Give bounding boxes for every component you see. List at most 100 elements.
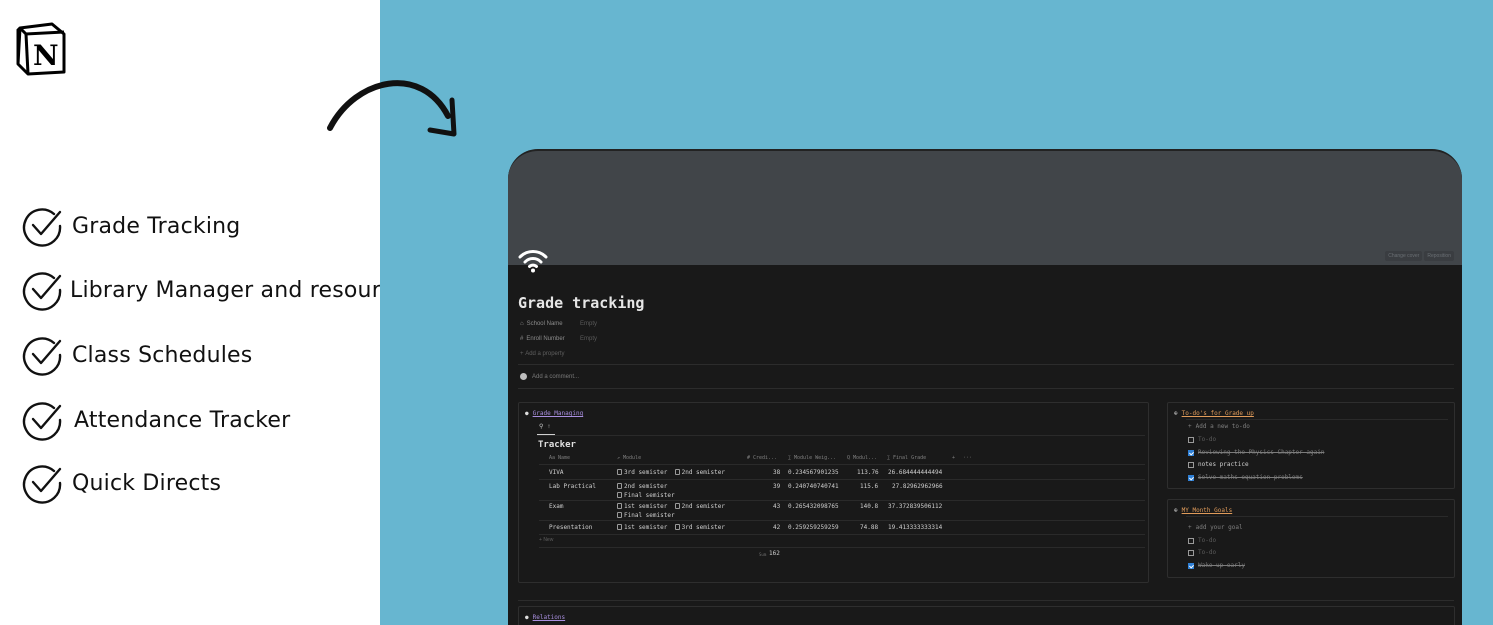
add-comment[interactable]: Add a comment...	[520, 373, 579, 380]
avatar	[520, 373, 527, 380]
row-name[interactable]: VIVA	[549, 469, 563, 476]
todo-box-link[interactable]: To-do's for Grade up	[1182, 410, 1254, 417]
goal-text[interactable]: To-do	[1198, 537, 1216, 544]
grade-managing-box: ● Grade Managing ⚲ ↑ Tracker Aa Name ↗ M…	[518, 402, 1149, 583]
column-header[interactable]: Aa Name	[549, 455, 570, 461]
modul-value: 115.6	[860, 483, 879, 490]
checkbox[interactable]	[1188, 474, 1194, 481]
add-column-button[interactable]: +	[952, 455, 955, 461]
grade-managing-link[interactable]: Grade Managing	[533, 410, 584, 417]
curved-arrow-icon	[327, 80, 457, 137]
column-header[interactable]: # Credi...	[747, 455, 777, 461]
goal-text[interactable]: To-do	[1198, 549, 1216, 556]
relations-link[interactable]: Relations	[533, 614, 566, 621]
check-circle-icon	[22, 465, 62, 504]
database-title[interactable]: Tracker	[538, 440, 576, 450]
checkbox[interactable]	[1188, 549, 1194, 556]
final-grade-value: 37.372839506112	[888, 503, 943, 510]
building-icon: ⌂	[520, 321, 524, 327]
check-circle-icon	[22, 402, 62, 441]
credits-value[interactable]: 43	[773, 503, 780, 510]
module-link[interactable]: 3rd semister	[624, 469, 667, 476]
goal-item[interactable]: To-do	[1188, 549, 1216, 556]
goals-box-title[interactable]: ⊕ MY Month Goals	[1174, 507, 1232, 514]
module-link[interactable]: Final semister	[624, 492, 675, 499]
module-link[interactable]: 2nd semister	[682, 469, 725, 476]
property-row[interactable]: # Enroll Number Empty	[520, 336, 597, 342]
modul-value: 140.8	[860, 503, 879, 510]
todo-item[interactable]: notes practice	[1188, 461, 1249, 468]
goals-box-link[interactable]: MY Month Goals	[1182, 507, 1233, 514]
module-link[interactable]: 1st semister	[624, 503, 667, 510]
module-link[interactable]: 2nd semister	[682, 503, 725, 510]
add-property-label: Add a property	[525, 351, 565, 357]
column-header[interactable]: ∑ Final Grade	[887, 455, 926, 461]
change-cover-button[interactable]: Change cover	[1385, 251, 1423, 261]
todo-item[interactable]: Solve maths equation problems	[1188, 474, 1303, 481]
todo-text[interactable]: Reviewing the Physics Chapter again	[1198, 449, 1324, 456]
feature-label: Class Schedules	[72, 342, 253, 368]
checkbox[interactable]	[1188, 436, 1194, 443]
column-header[interactable]: ↗ Module	[617, 455, 641, 461]
checkbox[interactable]	[1188, 461, 1194, 468]
credits-value[interactable]: 38	[773, 469, 780, 476]
checkbox[interactable]	[1188, 537, 1194, 544]
todo-text[interactable]: Solve maths equation problems	[1198, 474, 1303, 481]
column-header[interactable]: ∑ Module Weig...	[788, 455, 836, 461]
relations-title[interactable]: ● Relations	[525, 614, 565, 621]
new-row-label: New	[543, 537, 554, 543]
grade-managing-title[interactable]: ● Grade Managing	[525, 410, 583, 417]
property-value[interactable]: Empty	[580, 321, 597, 327]
todo-item[interactable]: To-do	[1188, 436, 1216, 443]
tab-divider	[537, 435, 1145, 436]
credits-value[interactable]: 42	[773, 524, 780, 531]
check-circle-icon	[22, 208, 62, 247]
final-grade-value: 19.413333333314	[888, 524, 943, 531]
checkbox[interactable]	[1188, 562, 1194, 569]
add-goal-label: add your goal	[1195, 524, 1243, 531]
more-options-button[interactable]: ···	[963, 455, 972, 461]
page-title[interactable]: Grade tracking	[518, 294, 644, 312]
module-link[interactable]: 1st semister	[624, 524, 667, 531]
goal-text[interactable]: Wake up early	[1198, 562, 1245, 569]
sum-label: Sum	[759, 552, 767, 557]
add-goal-button[interactable]: + add your goal	[1188, 524, 1243, 531]
page-icon	[617, 512, 622, 518]
row-name[interactable]: Lab Practical	[549, 483, 596, 490]
view-tab[interactable]: ⚲ ↑	[539, 423, 550, 431]
page-icon	[674, 469, 680, 475]
row-divider	[539, 534, 1145, 535]
page-icon	[674, 503, 680, 509]
target-icon: ⊕	[1174, 507, 1178, 514]
row-name[interactable]: Presentation	[549, 524, 592, 531]
weight-value: 0.259259259259	[788, 524, 839, 531]
credits-value[interactable]: 39	[773, 483, 780, 490]
todo-box-title[interactable]: ⊕ To-do's for Grade up	[1174, 410, 1254, 417]
wifi-icon[interactable]	[518, 247, 548, 273]
page-cover	[508, 151, 1462, 265]
row-name[interactable]: Exam	[549, 503, 563, 510]
todo-text[interactable]: To-do	[1198, 436, 1216, 443]
row-divider	[539, 520, 1145, 521]
property-value[interactable]: Empty	[580, 336, 597, 342]
property-row[interactable]: ⌂ School Name Empty	[520, 321, 597, 327]
module-link[interactable]: 2nd semister	[624, 483, 667, 490]
goal-item[interactable]: To-do	[1188, 537, 1216, 544]
divider	[518, 600, 1454, 601]
feature-item: Class Schedules	[20, 333, 252, 377]
feature-label: Attendance Tracker	[74, 407, 291, 433]
add-todo-button[interactable]: + Add a new to-do	[1188, 423, 1250, 430]
todo-text[interactable]: notes practice	[1198, 461, 1249, 468]
divider	[518, 364, 1454, 365]
relations-box: ● Relations	[518, 606, 1455, 625]
goal-item[interactable]: Wake up early	[1188, 562, 1245, 569]
add-property-button[interactable]: + Add a property	[520, 351, 565, 357]
reposition-button[interactable]: Reposition	[1424, 251, 1454, 261]
column-header[interactable]: Q Modul...	[847, 455, 877, 461]
feature-label: Library Manager and resources	[70, 277, 419, 303]
todo-item[interactable]: Reviewing the Physics Chapter again	[1188, 449, 1324, 456]
module-link[interactable]: 3rd semister	[682, 524, 725, 531]
module-link[interactable]: Final semister	[624, 512, 675, 519]
cover-controls: Change cover Reposition	[1385, 251, 1454, 261]
checkbox[interactable]	[1188, 449, 1194, 456]
